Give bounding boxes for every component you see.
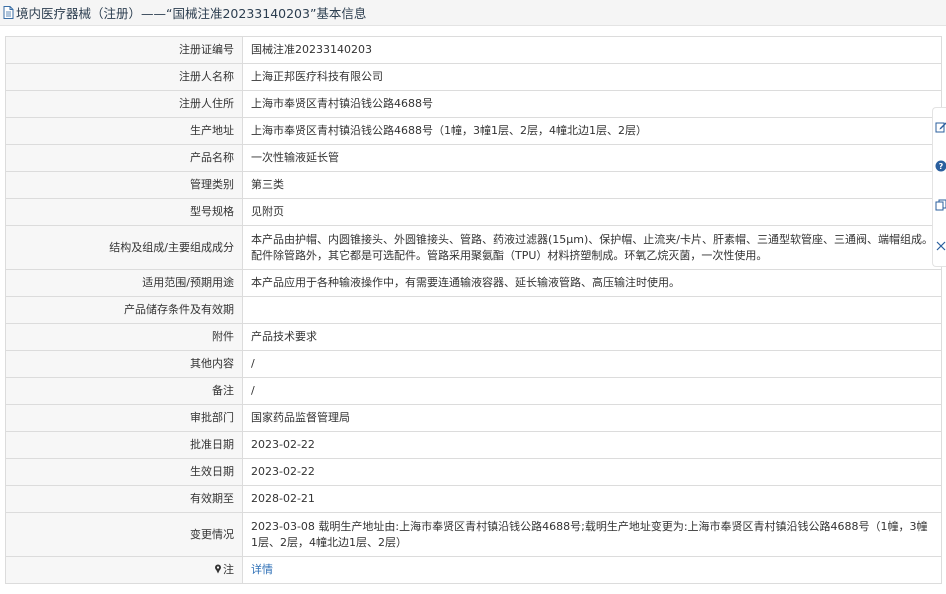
table-row: 适用范围/预期用途 本产品应用于各种输液操作中，有需要连通输液容器、延长输液管路…	[5, 269, 942, 297]
info-table: 注册证编号 国械注准20233140203 注册人名称 上海正邦医疗科技有限公司…	[5, 36, 942, 584]
help-icon[interactable]: ?	[935, 159, 946, 173]
row-label: 产品名称	[5, 144, 243, 172]
table-row: 产品名称 一次性输液延长管	[5, 144, 942, 172]
row-value: 一次性输液延长管	[242, 144, 942, 172]
row-label: 注册人名称	[5, 63, 243, 91]
row-value: 2023-02-22	[242, 458, 942, 486]
row-label: 适用范围/预期用途	[5, 269, 243, 297]
table-row: 生效日期 2023-02-22	[5, 458, 942, 486]
close-icon[interactable]	[935, 239, 946, 253]
details-link[interactable]: 详情	[251, 563, 273, 576]
edit-icon[interactable]	[935, 120, 946, 134]
table-row: 结构及组成/主要组成成分 本产品由护帽、内圆锥接头、外圆锥接头、管路、药液过滤器…	[5, 225, 942, 270]
table-row: 备注 /	[5, 377, 942, 405]
row-label: 备注	[5, 377, 243, 405]
page-header: 境内医疗器械（注册）——“国械注准20233140203”基本信息	[0, 0, 946, 26]
row-label: 批准日期	[5, 431, 243, 459]
row-label: 注册人住所	[5, 90, 243, 118]
row-label: 管理类别	[5, 171, 243, 199]
table-row: 管理类别 第三类	[5, 171, 942, 199]
row-value: /	[242, 377, 942, 405]
row-label: 生效日期	[5, 458, 243, 486]
row-label: 产品储存条件及有效期	[5, 296, 243, 324]
table-row: 注 详情	[5, 556, 942, 584]
row-label: 其他内容	[5, 350, 243, 378]
row-label: 有效期至	[5, 485, 243, 513]
table-row: 批准日期 2023-02-22	[5, 431, 942, 459]
row-value: 第三类	[242, 171, 942, 199]
row-label: 注册证编号	[5, 36, 243, 64]
row-value	[242, 296, 942, 324]
row-value: 上海市奉贤区青村镇沿钱公路4688号（1幢，3幢1层、2层，4幢北边1层、2层）	[242, 117, 942, 145]
table-row: 附件 产品技术要求	[5, 323, 942, 351]
row-value: 2028-02-21	[242, 485, 942, 513]
note-label-cell: 注	[5, 556, 243, 584]
table-row: 注册人名称 上海正邦医疗科技有限公司	[5, 63, 942, 91]
row-label: 结构及组成/主要组成成分	[5, 225, 243, 270]
row-value: 上海正邦医疗科技有限公司	[242, 63, 942, 91]
table-row: 其他内容 /	[5, 350, 942, 378]
row-value: 上海市奉贤区青村镇沿钱公路4688号	[242, 90, 942, 118]
table-row: 审批部门 国家药品监督管理局	[5, 404, 942, 432]
row-label: 变更情况	[5, 512, 243, 557]
row-value: 本产品应用于各种输液操作中，有需要连通输液容器、延长输液管路、高压输注时使用。	[242, 269, 942, 297]
table-row: 生产地址 上海市奉贤区青村镇沿钱公路4688号（1幢，3幢1层、2层，4幢北边1…	[5, 117, 942, 145]
document-icon	[3, 6, 14, 19]
table-row: 变更情况 2023-03-08 载明生产地址由:上海市奉贤区青村镇沿钱公路468…	[5, 512, 942, 557]
copy-icon[interactable]	[935, 198, 946, 212]
svg-text:?: ?	[939, 162, 944, 171]
row-value: 2023-03-08 载明生产地址由:上海市奉贤区青村镇沿钱公路4688号;载明…	[242, 512, 942, 557]
row-value: 本产品由护帽、内圆锥接头、外圆锥接头、管路、药液过滤器(15μm)、保护帽、止流…	[242, 225, 942, 270]
row-label: 型号规格	[5, 198, 243, 226]
table-row: 型号规格 见附页	[5, 198, 942, 226]
table-row: 注册人住所 上海市奉贤区青村镇沿钱公路4688号	[5, 90, 942, 118]
row-label: 附件	[5, 323, 243, 351]
table-row: 有效期至 2028-02-21	[5, 485, 942, 513]
row-value: 2023-02-22	[242, 431, 942, 459]
row-value: 见附页	[242, 198, 942, 226]
row-label: 生产地址	[5, 117, 243, 145]
table-row: 注册证编号 国械注准20233140203	[5, 36, 942, 64]
row-value: 产品技术要求	[242, 323, 942, 351]
note-label: 注	[223, 563, 234, 576]
note-value-cell: 详情	[242, 556, 942, 584]
row-label: 审批部门	[5, 404, 243, 432]
row-value: 国家药品监督管理局	[242, 404, 942, 432]
page-title: 境内医疗器械（注册）——“国械注准20233140203”基本信息	[16, 6, 367, 21]
pin-icon	[214, 563, 222, 574]
table-row: 产品储存条件及有效期	[5, 296, 942, 324]
row-value: 国械注准20233140203	[242, 36, 942, 64]
floating-toolbar: ?	[932, 107, 946, 267]
row-value: /	[242, 350, 942, 378]
